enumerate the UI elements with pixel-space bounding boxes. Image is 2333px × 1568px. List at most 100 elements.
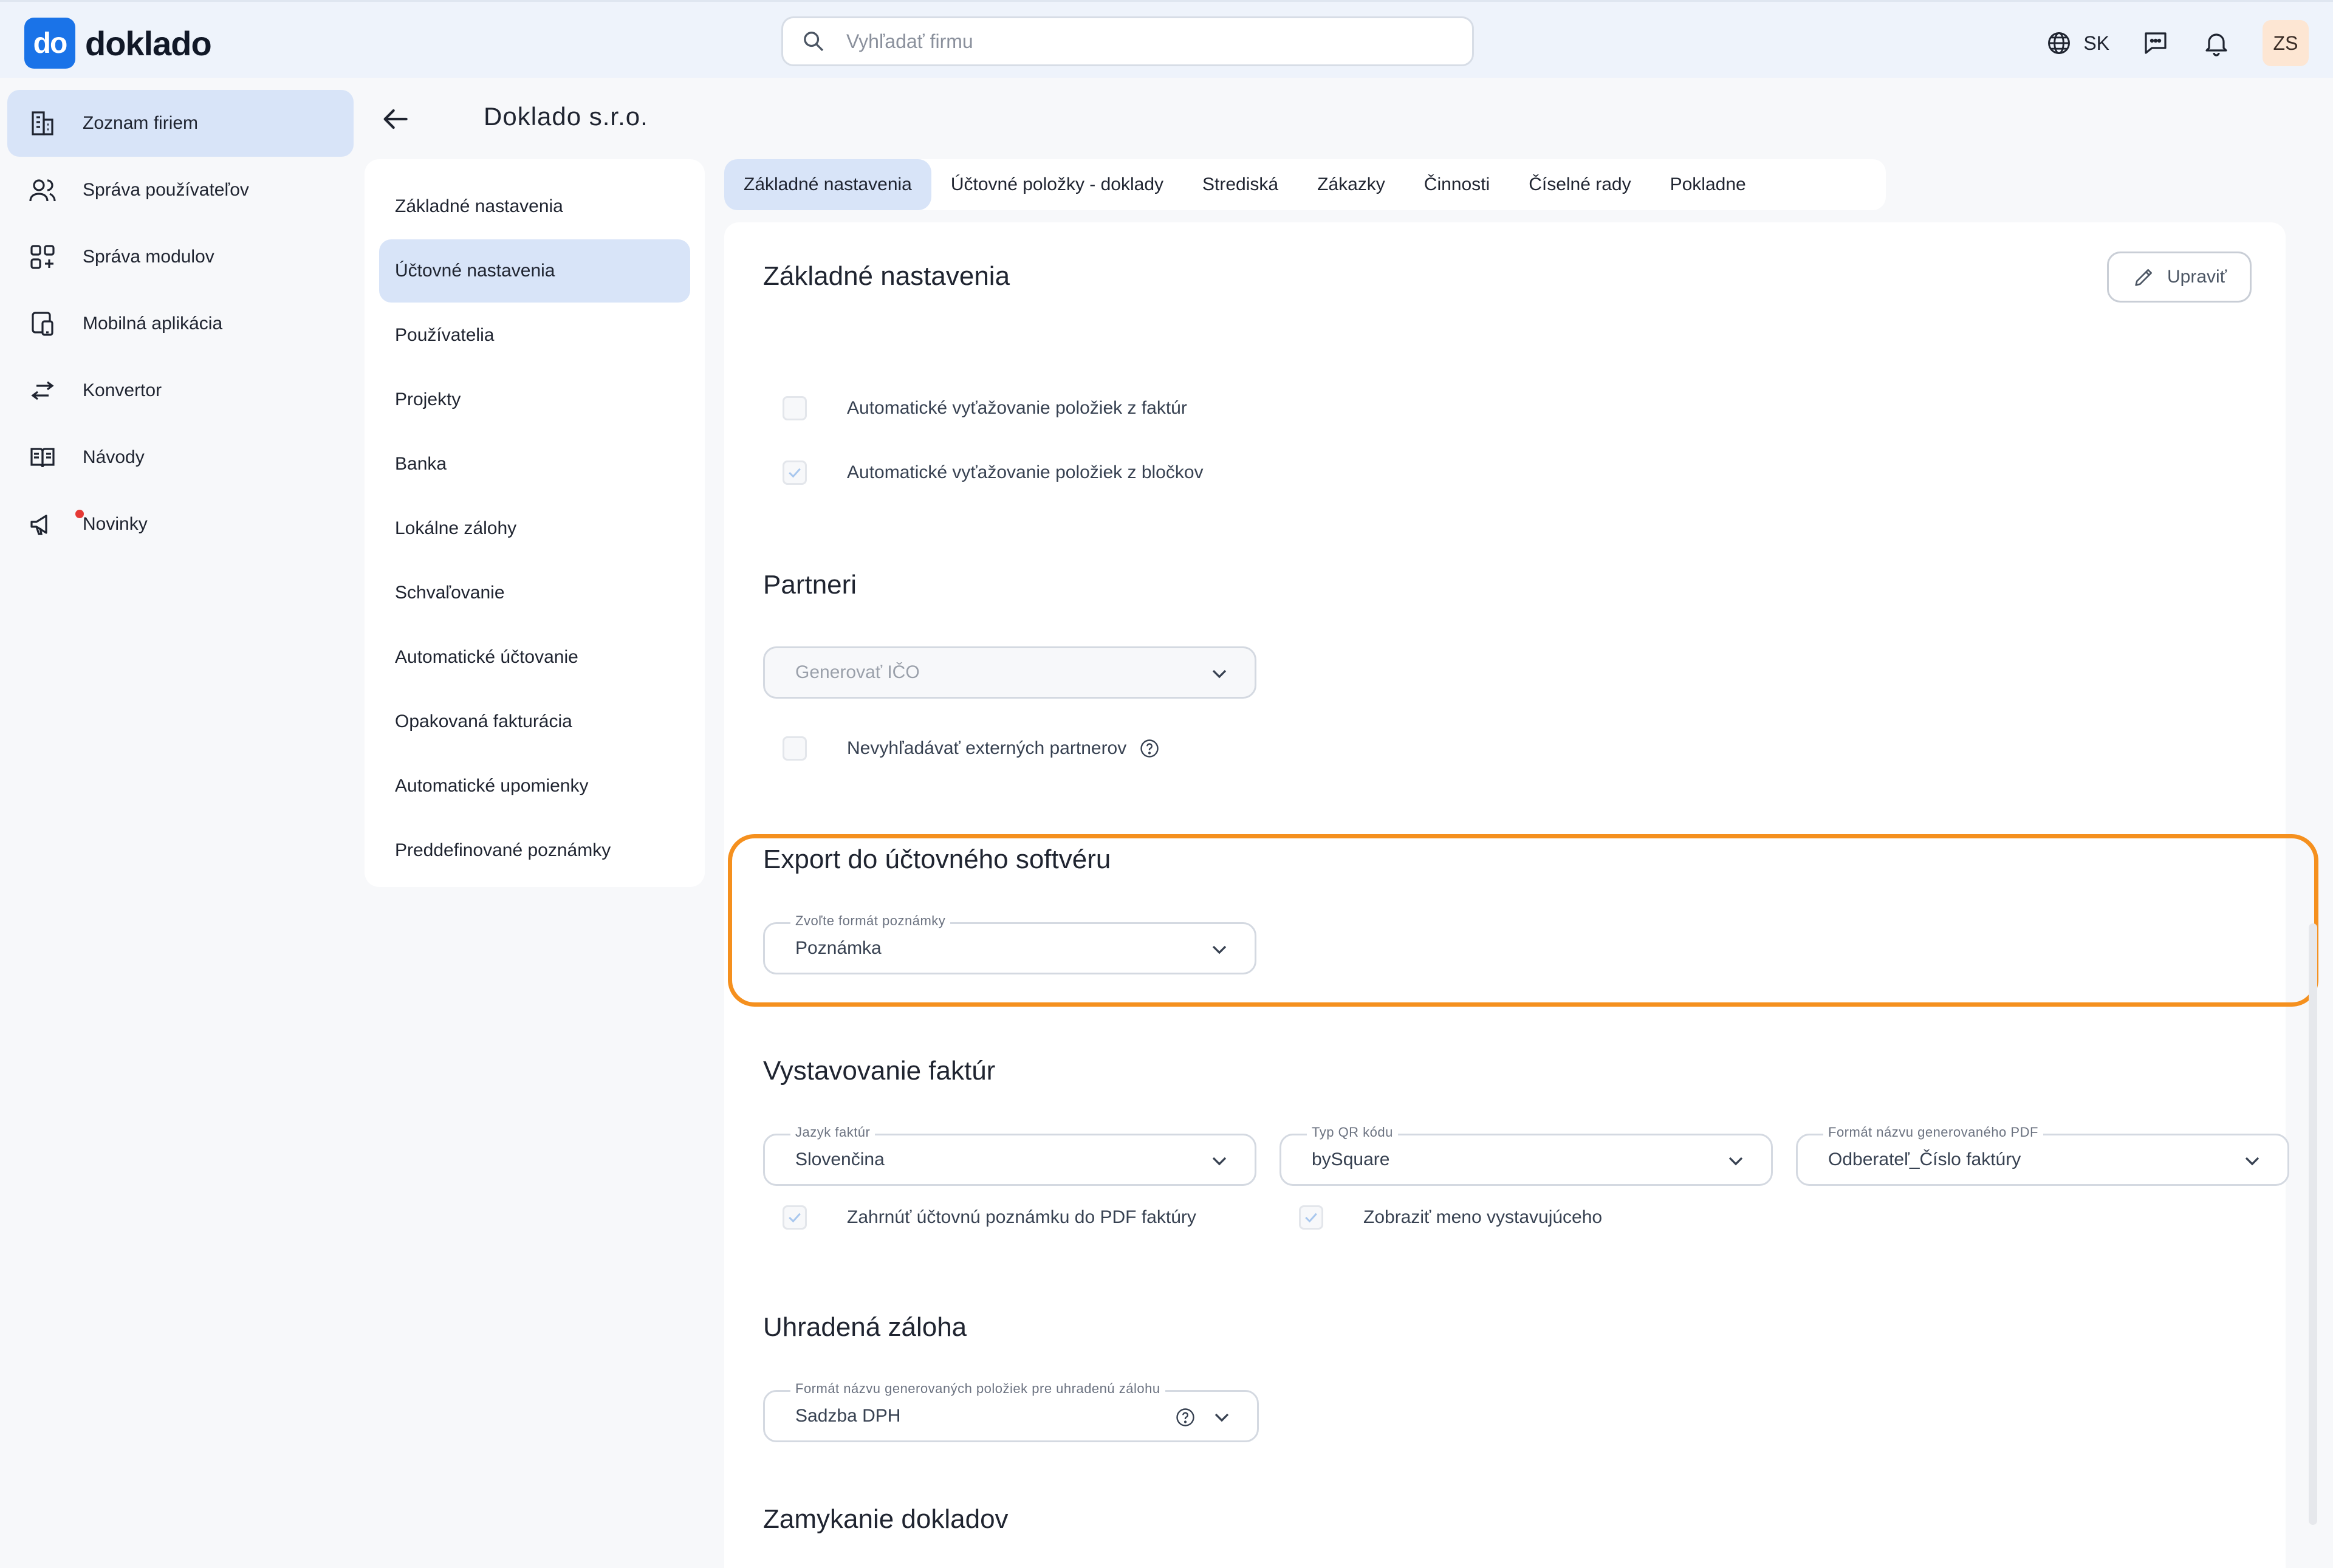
tab-number-series[interactable]: Číselné rady [1509, 159, 1650, 210]
help-icon[interactable] [1174, 1406, 1196, 1428]
main-scrollbar[interactable] [2309, 923, 2317, 1525]
sidebar-item-label: Mobilná aplikácia [83, 313, 223, 334]
notifications-button[interactable] [2202, 29, 2231, 58]
chevron-down-icon [1212, 669, 1227, 679]
select-floating-label: Zvoľte formát poznámky [790, 913, 951, 929]
sidebar-item-label: Návody [83, 447, 145, 467]
checkbox-include-note-pdf[interactable] [783, 1205, 807, 1230]
select-value: Sadzba DPH [795, 1406, 901, 1426]
check-icon [1305, 1213, 1317, 1223]
subnav-item-approval[interactable]: Schvaľovanie [379, 561, 690, 625]
chevron-down-icon [1212, 945, 1227, 954]
qr-type-select[interactable]: Typ QR kódu bySquare [1280, 1125, 1773, 1186]
deposit-item-format-select[interactable]: Formát názvu generovaných položiek pre u… [763, 1381, 1259, 1442]
tab-basic-settings[interactable]: Základné nastavenia [724, 159, 931, 210]
tab-cost-centers[interactable]: Strediská [1183, 159, 1298, 210]
check-row-auto-extract-invoices[interactable]: Automatické vyťažovanie položiek z faktú… [783, 396, 1187, 420]
select-value: Odberateľ_Číslo faktúry [1828, 1149, 2021, 1169]
checkbox-label: Automatické vyťažovanie položiek z bločk… [847, 462, 1204, 482]
checkbox-auto-extract-receipts[interactable] [783, 460, 807, 485]
logo-text: doklado [85, 24, 212, 63]
section-title-invoicing: Vystavovanie faktúr [763, 1056, 996, 1086]
convert-icon [31, 381, 54, 400]
help-icon[interactable] [1139, 738, 1160, 759]
section-title-export: Export do účtovného softvéru [763, 844, 1111, 874]
checkbox-show-issuer-name[interactable] [1299, 1205, 1323, 1230]
building-icon [32, 111, 53, 135]
pdf-name-format-select[interactable]: Formát názvu generovaného PDF Odberateľ_… [1796, 1125, 2289, 1186]
subnav-item-recurring-invoicing[interactable]: Opakovaná fakturácia [379, 690, 690, 753]
check-icon [789, 468, 801, 478]
check-row-show-issuer-name[interactable]: Zobraziť meno vystavujúceho [1299, 1205, 1602, 1230]
checkbox-auto-extract-invoices[interactable] [783, 396, 807, 420]
sidebar-item-modules[interactable]: Správa modulov [7, 224, 354, 290]
check-row-include-note-pdf[interactable]: Zahrnúť účtovnú poznámku do PDF faktúry [783, 1205, 1196, 1230]
note-format-select[interactable]: Zvoľte formát poznámky Poznámka [763, 913, 1256, 974]
pencil-icon [2135, 269, 2153, 286]
header-actions: SK ZS [2046, 20, 2309, 66]
subnav-item-predefined-notes[interactable]: Preddefinované poznámky [379, 819, 690, 882]
subnav-item-auto-accounting[interactable]: Automatické účtovanie [379, 626, 690, 689]
select-value: Poznámka [795, 938, 882, 958]
subnav-item-projects[interactable]: Projekty [379, 368, 690, 431]
sidebar-item-guides[interactable]: Návody [7, 424, 354, 491]
language-code: SK [2083, 32, 2109, 54]
sidebar-item-label: Správa používateľov [83, 180, 249, 200]
checkbox-label: Zobraziť meno vystavujúceho [1363, 1207, 1603, 1227]
chevron-down-icon [1212, 1157, 1227, 1166]
sidebar-item-mobile-app[interactable]: Mobilná aplikácia [7, 290, 354, 357]
tab-accounting-items[interactable]: Účtovné položky - doklady [931, 159, 1183, 210]
sidebar-item-label: Zoznam firiem [83, 113, 199, 133]
search-bar[interactable] [781, 16, 1474, 66]
tab-cash-registers[interactable]: Pokladne [1651, 159, 1766, 210]
top-bar: do doklado SK ZS [0, 0, 2333, 78]
chat-button[interactable] [2141, 29, 2170, 58]
search-input[interactable] [846, 30, 1393, 53]
check-row-no-external-partners[interactable]: Nevyhľadávať externých partnerov [783, 736, 1160, 761]
users-icon [29, 179, 56, 202]
user-avatar[interactable]: ZS [2263, 20, 2309, 66]
mobile-icon [32, 312, 53, 336]
select-value: Generovať IČO [795, 662, 920, 682]
page-title: Doklado s.r.o. [484, 102, 648, 131]
sidebar-item-label: Konvertor [83, 380, 162, 400]
select-value: bySquare [1312, 1149, 1390, 1169]
subnav-item-users[interactable]: Používatelia [379, 304, 690, 367]
news-icon-wrap [28, 510, 84, 539]
sidebar-item-label: Správa modulov [83, 247, 214, 267]
sidebar-item-users[interactable]: Správa používateľov [7, 157, 354, 224]
tab-activities[interactable]: Činnosti [1405, 159, 1509, 210]
bell-icon [2205, 33, 2227, 56]
check-row-auto-extract-receipts[interactable]: Automatické vyťažovanie položiek z bločk… [783, 460, 1204, 485]
app-logo[interactable]: do doklado [24, 18, 212, 69]
search-icon [804, 32, 824, 52]
sidebar: Zoznam firiem Správa používateľov Správa… [7, 90, 354, 558]
subnav-item-auto-reminders[interactable]: Automatické upomienky [379, 755, 690, 818]
subnav-item-local-backups[interactable]: Lokálne zálohy [379, 497, 690, 560]
edit-button[interactable]: Upraviť [2107, 252, 2252, 303]
logo-mark: do [24, 18, 75, 69]
sidebar-item-converter[interactable]: Konvertor [7, 357, 354, 424]
select-floating-label: Formát názvu generovaného PDF [1823, 1125, 2043, 1140]
select-floating-label: Jazyk faktúr [790, 1125, 875, 1140]
globe-icon [2048, 32, 2071, 54]
section-title-partners: Partneri [763, 570, 857, 600]
subnav-item-basic-settings[interactable]: Základné nastavenia [379, 175, 690, 238]
megaphone-icon [30, 515, 47, 535]
chevron-down-icon [1214, 1413, 1229, 1422]
checkbox-no-external-partners[interactable] [783, 736, 807, 761]
sidebar-item-companies[interactable]: Zoznam firiem [7, 90, 354, 157]
sidebar-item-news[interactable]: Novinky [7, 491, 354, 558]
invoice-language-select[interactable]: Jazyk faktúr Slovenčina [763, 1125, 1256, 1186]
select-value: Slovenčina [795, 1149, 885, 1169]
generate-ico-select[interactable]: Generovať IČO [763, 646, 1256, 699]
back-arrow-icon[interactable] [378, 102, 412, 136]
tab-orders[interactable]: Zákazky [1298, 159, 1405, 210]
sidebar-item-label: Novinky [83, 514, 148, 534]
check-icon [789, 1213, 801, 1223]
select-floating-label: Typ QR kódu [1307, 1125, 1398, 1140]
section-title-deposit: Uhradená záloha [763, 1312, 967, 1342]
subnav-item-bank[interactable]: Banka [379, 433, 690, 496]
language-switcher[interactable]: SK [2046, 30, 2109, 56]
subnav-item-accounting-settings[interactable]: Účtovné nastavenia [379, 239, 690, 303]
